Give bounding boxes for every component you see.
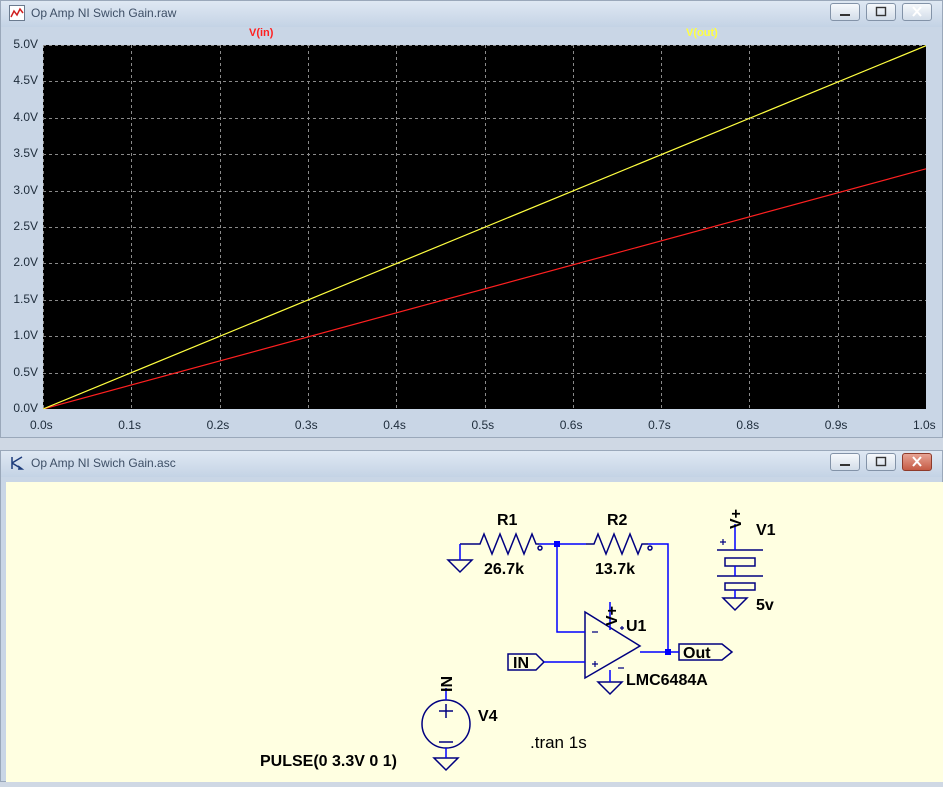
- ground-symbol: [432, 757, 460, 772]
- schematic-titlebar[interactable]: Op Amp NI Swich Gain.asc: [1, 451, 942, 477]
- minimize-button[interactable]: [830, 3, 860, 21]
- v4-name[interactable]: V4: [478, 708, 498, 725]
- x-tick-label: 1.0s: [913, 418, 936, 432]
- y-tick-label: 4.0V: [13, 109, 38, 124]
- resistor-r1[interactable]: [460, 531, 543, 557]
- junction-dot: [554, 541, 560, 547]
- legend-vin[interactable]: V(in): [249, 27, 273, 39]
- junction-dot: [665, 649, 671, 655]
- schematic-drawing[interactable]: R1 26.7k R2 13.7k V1 5v V+ V+ U1 LMC6484…: [6, 482, 943, 782]
- schematic-canvas[interactable]: R1 26.7k R2 13.7k V1 5v V+ V+ U1 LMC6484…: [6, 482, 943, 782]
- schematic-icon: [11, 456, 25, 470]
- close-icon: [912, 6, 922, 17]
- ground-symbol: [721, 597, 749, 612]
- y-tick-label: 1.5V: [13, 291, 38, 306]
- spice-directive[interactable]: .tran 1s: [530, 733, 587, 752]
- out-flag-label[interactable]: Out: [683, 645, 711, 662]
- battery-v1[interactable]: [717, 549, 763, 591]
- y-tick-label: 5.0V: [13, 37, 38, 51]
- waveform-plot[interactable]: [42, 45, 927, 410]
- r2-name[interactable]: R2: [607, 512, 628, 529]
- maximize-button[interactable]: [866, 3, 896, 21]
- x-tick-label: 0.2s: [206, 418, 230, 432]
- v1-net-label[interactable]: V+: [728, 509, 745, 529]
- y-tick-label: 0.5V: [13, 364, 38, 379]
- resistor-r2[interactable]: [586, 531, 653, 557]
- r1-value[interactable]: 26.7k: [484, 561, 524, 578]
- minimize-icon: [840, 14, 850, 16]
- u1-part[interactable]: LMC6484A: [626, 672, 708, 689]
- waveform-icon: [9, 5, 25, 21]
- close-button[interactable]: [902, 3, 932, 21]
- x-tick-label: 0.7s: [648, 418, 671, 432]
- y-tick-label: 3.0V: [13, 182, 38, 197]
- x-tick-label: 0.9s: [824, 418, 848, 432]
- plot-window-title: Op Amp NI Swich Gain.raw: [31, 6, 177, 20]
- plot-titlebar[interactable]: Op Amp NI Swich Gain.raw: [1, 1, 942, 27]
- y-tick-label: 0.0V: [13, 401, 38, 415]
- minimize-button[interactable]: [830, 453, 860, 471]
- in-flag-label[interactable]: IN: [513, 655, 529, 672]
- x-tick-label: 0.0s: [30, 418, 53, 432]
- v1-name[interactable]: V1: [756, 522, 776, 539]
- plot-window: Op Amp NI Swich Gain.raw V(in) V(out) 0.…: [0, 0, 943, 438]
- x-tick-label: 0.5s: [471, 418, 495, 432]
- v4-value[interactable]: PULSE(0 3.3V 0 1): [260, 753, 397, 770]
- maximize-button[interactable]: [866, 453, 896, 471]
- u1-name[interactable]: U1: [626, 618, 647, 635]
- close-button[interactable]: [902, 453, 932, 471]
- y-tick-label: 1.0V: [13, 328, 38, 343]
- series-line-vin[interactable]: [42, 168, 927, 410]
- y-tick-label: 4.5V: [13, 73, 38, 88]
- maximize-icon: [875, 6, 887, 17]
- x-tick-label: 0.4s: [383, 418, 406, 432]
- x-tick-label: 0.3s: [294, 418, 318, 432]
- minimize-icon: [840, 464, 850, 466]
- y-tick-label: 2.5V: [13, 219, 38, 233]
- voltage-source-v4[interactable]: [421, 699, 471, 749]
- close-icon: [912, 456, 922, 467]
- u1-supply-label[interactable]: V+: [604, 606, 621, 626]
- v1-value[interactable]: 5v: [756, 597, 774, 614]
- y-tick-label: 3.5V: [13, 146, 38, 161]
- x-tick-label: 0.1s: [118, 418, 141, 432]
- maximize-icon: [875, 456, 887, 467]
- v4-net-label[interactable]: IN: [439, 676, 456, 692]
- x-tick-label: 0.6s: [559, 418, 583, 432]
- legend-vout[interactable]: V(out): [686, 27, 718, 39]
- plot-area[interactable]: [42, 45, 927, 410]
- r1-name[interactable]: R1: [497, 512, 518, 529]
- y-tick-label: 2.0V: [13, 255, 38, 270]
- x-tick-label: 0.8s: [736, 418, 760, 432]
- ground-symbol: [596, 681, 624, 696]
- schematic-window-title: Op Amp NI Swich Gain.asc: [31, 456, 176, 470]
- ground-symbol: [446, 559, 474, 574]
- r2-value[interactable]: 13.7k: [595, 561, 635, 578]
